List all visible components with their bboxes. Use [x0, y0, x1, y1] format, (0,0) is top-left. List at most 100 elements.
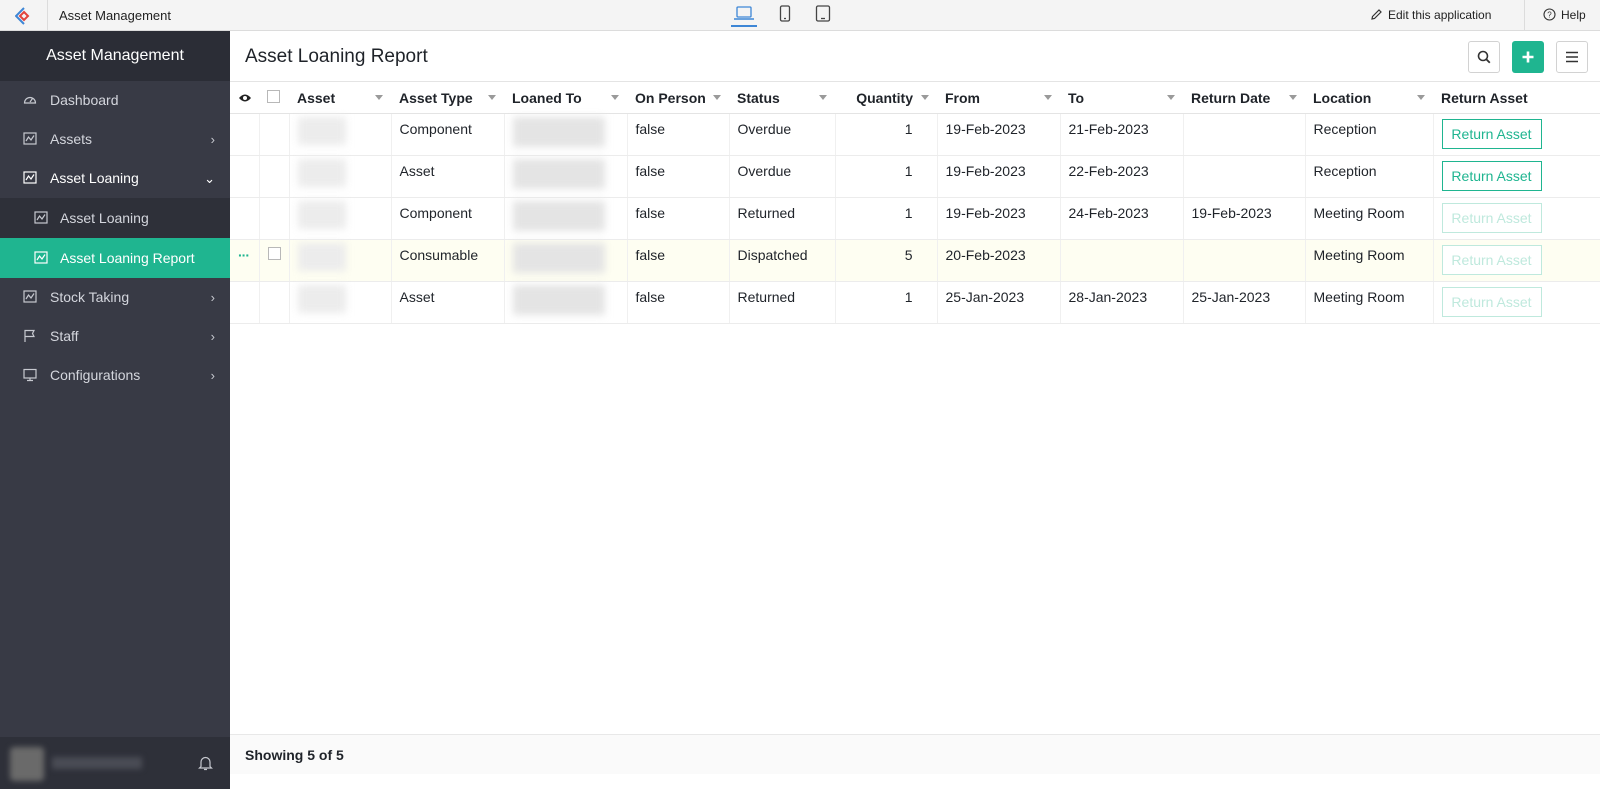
chevron-right-icon: ›: [210, 132, 215, 147]
row-select[interactable]: [258, 239, 289, 282]
row-select[interactable]: [258, 113, 289, 156]
sidebar-item-assets[interactable]: Assets ›: [0, 120, 230, 159]
asset-cell: [288, 239, 391, 282]
row-select[interactable]: [258, 197, 289, 240]
asset-type-cell: Component: [390, 197, 504, 240]
mobile-icon: [779, 5, 791, 22]
row-actions[interactable]: [230, 155, 259, 198]
sort-caret-icon[interactable]: [488, 95, 496, 100]
sort-caret-icon[interactable]: [1044, 95, 1052, 100]
table-row[interactable]: Component false Overdue 1 19-Feb-2023 21…: [230, 113, 1600, 156]
column-header-from[interactable]: From: [937, 81, 1060, 114]
row-actions[interactable]: [230, 281, 259, 324]
loaned-to-cell: [503, 113, 627, 156]
sort-caret-icon[interactable]: [1167, 95, 1175, 100]
row-select[interactable]: [258, 281, 289, 324]
on-person-cell: false: [626, 281, 729, 324]
chevron-right-icon: ›: [210, 290, 215, 305]
loaned-to-cell: [503, 281, 627, 324]
column-header-loaned-to[interactable]: Loaned To: [504, 81, 627, 114]
redacted-asset: [297, 159, 346, 187]
help-link[interactable]: ? Help: [1543, 8, 1586, 22]
laptop-icon: [734, 6, 754, 20]
location-cell: Meeting Room: [1304, 281, 1433, 324]
more-actions-icon[interactable]: ···: [238, 247, 250, 263]
column-header-return-asset: Return Asset: [1433, 81, 1600, 114]
column-header-location[interactable]: Location: [1305, 81, 1433, 114]
sidebar-item-configurations[interactable]: Configurations ›: [0, 356, 230, 395]
redacted-user: [512, 201, 605, 231]
top-bar: Asset Management Edit this application ?…: [0, 0, 1600, 31]
return-asset-button[interactable]: Return Asset: [1441, 119, 1542, 149]
sort-caret-icon[interactable]: [921, 95, 929, 100]
pencil-icon: [1371, 9, 1382, 20]
column-header-quantity[interactable]: Quantity: [835, 81, 937, 114]
row-actions[interactable]: [230, 197, 259, 240]
status-cell: Overdue: [728, 155, 835, 198]
quantity-cell: 1: [834, 281, 937, 324]
sort-caret-icon[interactable]: [713, 95, 721, 100]
asset-type-cell: Consumable: [390, 239, 504, 282]
sort-caret-icon[interactable]: [1289, 95, 1297, 100]
table-row[interactable]: ··· Consumable false Dispatched 5 20-Feb…: [230, 239, 1600, 282]
tablet-view-button[interactable]: [810, 5, 836, 27]
asset-cell: [288, 281, 391, 324]
checkbox[interactable]: [267, 247, 281, 260]
quantity-cell: 5: [834, 239, 937, 282]
row-actions[interactable]: ···: [230, 239, 259, 282]
sidebar-header: Asset Management: [0, 31, 230, 81]
sidebar-item-label: Assets: [50, 131, 93, 147]
table-row[interactable]: Asset false Returned 1 25-Jan-2023 28-Ja…: [230, 281, 1600, 324]
sidebar-subitem-asset-loaning[interactable]: Asset Loaning: [0, 198, 230, 238]
laptop-view-button[interactable]: [731, 5, 757, 27]
sort-caret-icon[interactable]: [611, 95, 619, 100]
return-asset-button[interactable]: Return Asset: [1441, 161, 1542, 191]
sidebar-item-asset-loaning[interactable]: Asset Loaning ⌄: [0, 159, 230, 198]
column-header-asset-type[interactable]: Asset Type: [391, 81, 504, 114]
chevron-right-icon: ›: [210, 368, 215, 383]
edit-application-link[interactable]: Edit this application: [1371, 8, 1491, 22]
app-logo[interactable]: [0, 0, 48, 30]
status-cell: Dispatched: [728, 239, 835, 282]
bell-icon[interactable]: [198, 755, 213, 771]
help-label: Help: [1561, 8, 1586, 22]
sidebar-item-stock-taking[interactable]: Stock Taking ›: [0, 278, 230, 317]
avatar[interactable]: [10, 747, 44, 781]
column-header-on-person[interactable]: On Person: [627, 81, 729, 114]
table-row[interactable]: Asset false Overdue 1 19-Feb-2023 22-Feb…: [230, 155, 1600, 198]
sort-caret-icon[interactable]: [1417, 95, 1425, 100]
sidebar-item-dashboard[interactable]: Dashboard: [0, 81, 230, 120]
divider: [1524, 0, 1525, 30]
location-cell: Meeting Room: [1304, 239, 1433, 282]
asset-cell: [288, 155, 391, 198]
tablet-icon: [815, 5, 831, 22]
redacted-user: [512, 243, 605, 273]
more-options-button[interactable]: [1556, 41, 1588, 73]
column-header-asset[interactable]: Asset: [289, 81, 391, 114]
chart-icon: [23, 171, 37, 184]
sort-caret-icon[interactable]: [375, 95, 383, 100]
sidebar-item-label: Stock Taking: [50, 289, 130, 305]
column-header-return-date[interactable]: Return Date: [1183, 81, 1305, 114]
table-row[interactable]: Component false Returned 1 19-Feb-2023 2…: [230, 197, 1600, 240]
report-table: Asset Asset Type Loaned To On Person Sta…: [230, 81, 1600, 324]
checkbox[interactable]: [267, 89, 280, 103]
column-header-status[interactable]: Status: [729, 81, 835, 114]
sidebar-item-staff[interactable]: Staff ›: [0, 317, 230, 356]
sort-caret-icon[interactable]: [819, 95, 827, 100]
asset-cell: [288, 197, 391, 240]
redacted-asset: [297, 243, 346, 271]
sidebar-subitem-asset-loaning-report[interactable]: Asset Loaning Report: [0, 238, 230, 278]
mobile-view-button[interactable]: [772, 5, 798, 27]
add-record-button[interactable]: [1512, 41, 1544, 73]
column-header-to[interactable]: To: [1060, 81, 1183, 114]
eye-icon: [239, 94, 251, 101]
select-all-checkbox[interactable]: [259, 81, 289, 114]
from-cell: 20-Feb-2023: [936, 239, 1060, 282]
loaned-to-cell: [503, 239, 627, 282]
column-visibility-toggle[interactable]: [230, 81, 259, 114]
row-select[interactable]: [258, 155, 289, 198]
row-actions[interactable]: [230, 113, 259, 156]
search-button[interactable]: [1468, 41, 1500, 73]
return-asset-cell: Return Asset: [1432, 281, 1600, 324]
